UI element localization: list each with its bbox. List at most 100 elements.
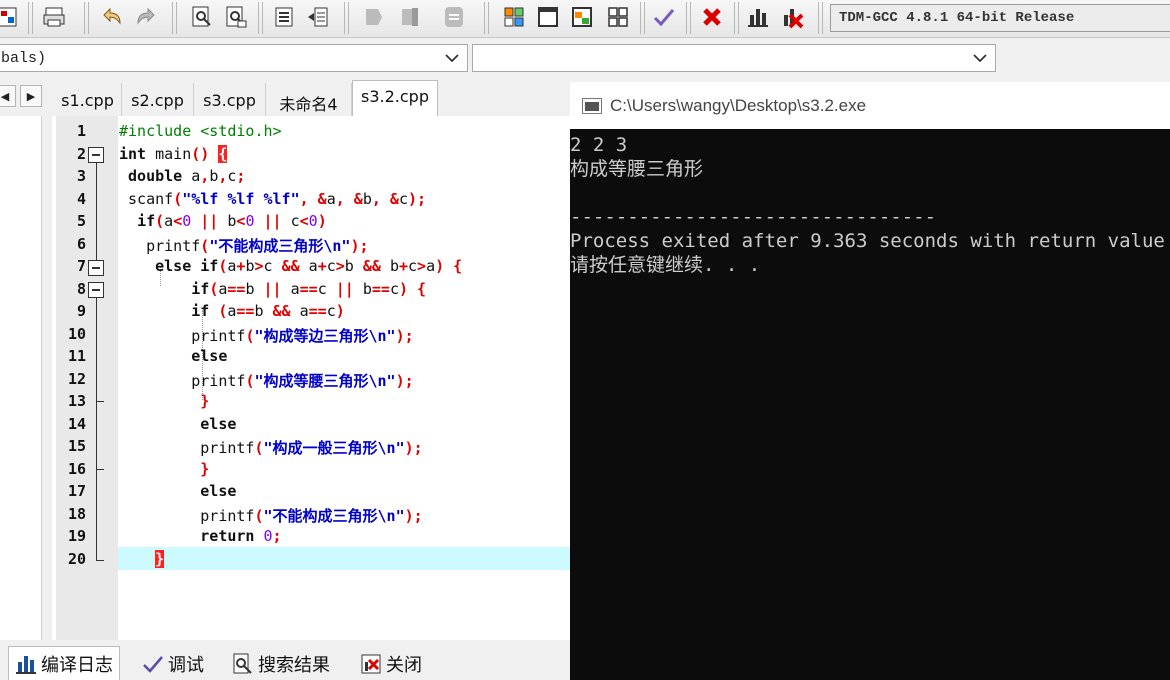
tab-close-label: 关闭 [386,655,422,676]
main-toolbar: TDM-GCC 4.8.1 64-bit Release [0,0,1170,38]
bar-chart-icon [16,655,36,674]
tab-scroll-left-icon[interactable]: ◀ [0,85,16,107]
goto-icon[interactable] [270,3,298,31]
class-combo[interactable]: bals) [0,44,468,72]
line-number: 16 [67,460,86,478]
search-icon [233,653,252,674]
print-icon[interactable] [40,3,68,31]
console-app-icon [582,97,602,114]
line-number: 19 [67,527,86,545]
line-number: 4 [76,190,86,208]
tab-s3-2-cpp[interactable]: s3.2.cpp [352,80,438,116]
line-number: 20 [67,550,86,568]
close-icon [361,654,381,674]
code-line-3: double a,b,c; [128,167,246,185]
class-function-bar: bals) [0,38,1170,78]
toolbar-separator [640,2,645,34]
line-number: 6 [76,235,86,253]
replace-icon[interactable] [222,3,250,31]
tab-search-results-label: 搜索结果 [258,655,330,676]
window-icon[interactable] [534,3,562,31]
code-line-9: if (a==b && a==c) [191,302,345,320]
console-line: Process exited after 9.363 seconds with … [570,230,1170,252]
find-icon[interactable] [188,3,216,31]
tab-untitled4[interactable]: 未命名4 [266,83,352,116]
code-line-19: return 0; [200,527,282,545]
toolbar-separator [734,2,739,34]
fold-collapse-icon[interactable] [88,147,104,163]
line-number: 17 [67,482,86,500]
fold-guide [96,163,97,261]
tab-s2-cpp[interactable]: s2.cpp [122,83,194,116]
console-line: -------------------------------- [570,206,937,228]
toolbar-separator [28,2,33,34]
goto-function-icon[interactable] [304,3,332,31]
line-number: 2 [76,145,86,163]
tab-close[interactable]: 关闭 [354,648,428,680]
tab-scroll-right-icon[interactable]: ▶ [20,85,42,107]
redo-icon[interactable] [132,3,160,31]
tab-search-results[interactable]: 搜索结果 [226,648,336,680]
delete-all-icon[interactable] [778,3,806,31]
fold-end-marker [96,469,104,470]
toolbar-separator [84,2,89,34]
chevron-down-icon[interactable] [443,48,461,68]
line-number: 3 [76,167,86,185]
tab-debug[interactable]: 调试 [136,648,210,680]
line-number: 8 [76,280,86,298]
line-number: 1 [76,122,86,140]
code-editor[interactable]: 1 2 3 4 5 6 7 8 9 10 11 12 13 14 15 16 1… [52,116,570,640]
tab-s3-cpp[interactable]: s3.cpp [194,83,266,116]
fold-collapse-icon[interactable] [88,282,104,298]
function-combo[interactable] [472,44,996,72]
debug-window-icon[interactable] [568,3,596,31]
bottom-panel-tabs: 编译日志 调试 搜索结果 关闭 [0,644,570,680]
checkmark-icon [143,656,163,673]
toolbar-separator [172,2,177,34]
check-icon[interactable] [650,3,678,31]
console-title-text: C:\Users\wangy\Desktop\s3.2.exe [610,95,867,115]
code-line-17: else [200,482,237,500]
bookmark2-icon[interactable] [396,3,424,31]
toolbar-separator [258,2,263,34]
line-number: 12 [67,370,86,388]
code-line-10: printf("构成等边三角形\n"); [191,327,414,345]
code-line-4: scanf("%lf %lf %lf", &a, &b, &c); [128,190,427,208]
comment-icon[interactable] [440,3,468,31]
line-number: 18 [67,505,86,523]
new-class-icon[interactable] [500,3,528,31]
fold-guide [96,298,97,561]
code-line-14: else [200,415,237,433]
compiler-select[interactable]: TDM-GCC 4.8.1 64-bit Release [830,4,1170,32]
console-line: 2 2 3 [570,134,628,156]
console-output[interactable]: 2 2 3 构成等腰三角形 --------------------------… [570,129,1170,680]
chart-icon[interactable] [744,3,772,31]
code-line-6: printf("不能构成三角形\n"); [146,237,369,255]
project-icon[interactable] [0,3,22,31]
code-line-12: printf("构成等腰三角形\n"); [191,372,414,390]
tab-s1-cpp[interactable]: s1.cpp [54,83,122,116]
undo-icon[interactable] [98,3,126,31]
fold-collapse-icon[interactable] [88,260,104,276]
code-line-13: } [200,392,210,410]
code-line-15: printf("构成一般三角形\n"); [200,439,423,457]
dev-cpp-window: TDM-GCC 4.8.1 64-bit Release bals) ◀ ▶ s… [0,0,1170,680]
project-panel[interactable] [0,116,42,640]
code-line-8: if(a==b || a==c || b==c) { [191,280,427,298]
code-line-7: else if(a+b>c && a+c>b && b+c>a) { [155,257,463,275]
line-number: 10 [67,325,86,343]
fold-end-marker [96,560,104,561]
tab-debug-label: 调试 [168,655,204,676]
close-x-icon[interactable] [698,3,726,31]
grid-icon[interactable] [604,3,632,31]
bookmark-icon[interactable] [360,3,388,31]
tab-compile-log[interactable]: 编译日志 [8,646,120,680]
console-titlebar[interactable]: C:\Users\wangy\Desktop\s3.2.exe [570,82,1170,129]
code-line-20: } [155,550,165,568]
fold-end-marker [96,401,104,402]
console-window[interactable]: C:\Users\wangy\Desktop\s3.2.exe 2 2 3 构成… [570,82,1170,680]
current-line-highlight [118,547,570,570]
code-line-18: printf("不能构成三角形\n"); [200,507,423,525]
chevron-down-icon[interactable] [971,48,989,68]
